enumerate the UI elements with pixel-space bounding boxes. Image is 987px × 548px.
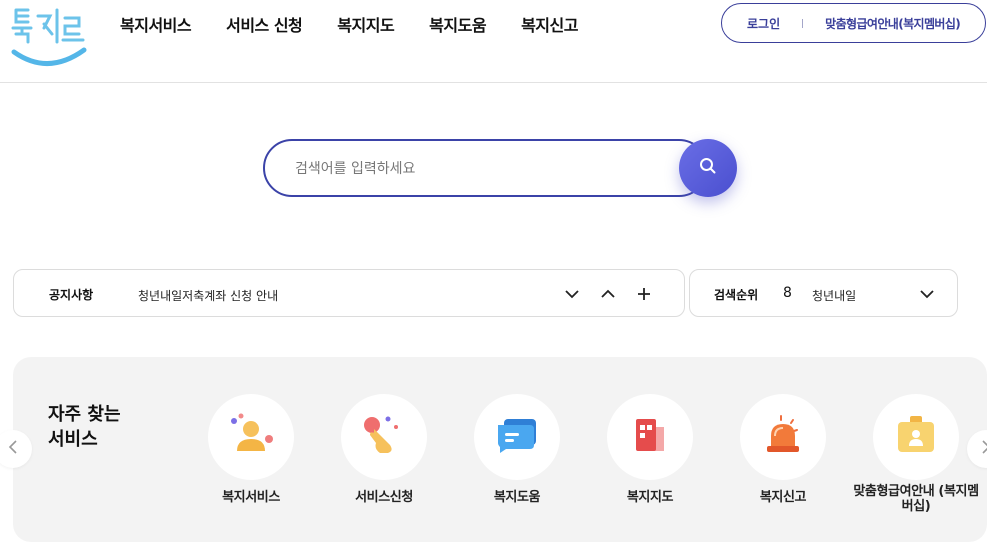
service-label: 복지서비스 [222, 490, 280, 505]
login-link[interactable]: 로그인 [747, 15, 780, 32]
nav-welfare-service[interactable]: 복지서비스 [120, 12, 192, 36]
service-help[interactable]: 복지도움 [452, 394, 582, 524]
divider [802, 18, 804, 28]
service-icon-circle [341, 394, 427, 480]
service-member-guide[interactable]: 맞춤형급여안내 (복지멤버십) [851, 394, 981, 524]
frequent-services-panel: 자주 찾는 서비스 복지서비스 서비스신청 복지도움 복지지도 복지신고 맞춤형… [0, 357, 987, 542]
search-input[interactable] [295, 158, 675, 180]
chevron-down-icon[interactable] [917, 284, 937, 304]
notice-item[interactable]: 청년내일저축계좌 신청 안내 [138, 287, 278, 304]
member-guide-link[interactable]: 맞춤형급여안내(복지멤버십) [825, 15, 961, 32]
service-welfare[interactable]: 복지서비스 [186, 394, 316, 524]
service-icon-circle [607, 394, 693, 480]
chevron-up-icon[interactable] [598, 284, 618, 304]
service-icon-circle [474, 394, 560, 480]
nav-welfare-help[interactable]: 복지도움 [429, 12, 486, 36]
notice-bar: 공지사항 청년내일저축계좌 신청 안내 [13, 269, 685, 317]
chat-bubble-icon [494, 415, 540, 459]
site-header: 복지서비스 서비스 신청 복지지도 복지도움 복지신고 로그인 맞춤형급여안내(… [0, 0, 987, 83]
id-badge-icon [894, 414, 938, 460]
service-icon-circle [740, 394, 826, 480]
chevron-left-icon [8, 439, 18, 459]
service-apply[interactable]: 서비스신청 [319, 394, 449, 524]
building-icon [628, 415, 672, 459]
person-icon [227, 413, 275, 461]
service-label: 복지지도 [626, 490, 674, 505]
rank-keyword[interactable]: 청년내일 [812, 287, 856, 304]
carousel-prev-button[interactable] [0, 430, 32, 468]
search-button[interactable] [679, 139, 737, 197]
hand-click-icon [360, 413, 408, 461]
notice-label: 공지사항 [49, 288, 94, 302]
bokjiro-logo[interactable] [8, 2, 88, 72]
siren-icon [761, 414, 805, 460]
chevron-down-icon[interactable] [562, 284, 582, 304]
nav-welfare-map[interactable]: 복지지도 [337, 12, 394, 36]
service-label: 맞춤형급여안내 (복지멤버십) [853, 484, 979, 514]
service-icon-circle [208, 394, 294, 480]
nav-service-apply[interactable]: 서비스 신청 [226, 12, 303, 36]
service-map[interactable]: 복지지도 [585, 394, 715, 524]
service-report[interactable]: 복지신고 [718, 394, 848, 524]
rank-label: 검색순위 [714, 288, 759, 302]
main-nav: 복지서비스 서비스 신청 복지지도 복지도움 복지신고 [120, 12, 613, 36]
section-title: 자주 찾는 서비스 [48, 404, 121, 450]
user-menu: 로그인 맞춤형급여안내(복지멤버십) [721, 3, 986, 43]
plus-icon[interactable] [634, 284, 654, 304]
search-box [263, 139, 708, 197]
service-label: 서비스신청 [355, 490, 413, 505]
service-label: 복지도움 [493, 490, 541, 505]
chevron-right-icon [981, 439, 987, 459]
search-area [263, 139, 737, 197]
search-rank-bar: 검색순위 8 청년내일 [689, 269, 958, 317]
rank-number: 8 [783, 285, 792, 301]
service-icon-circle [873, 394, 959, 480]
search-icon [698, 156, 718, 180]
nav-welfare-report[interactable]: 복지신고 [521, 12, 578, 36]
service-label: 복지신고 [759, 490, 807, 505]
